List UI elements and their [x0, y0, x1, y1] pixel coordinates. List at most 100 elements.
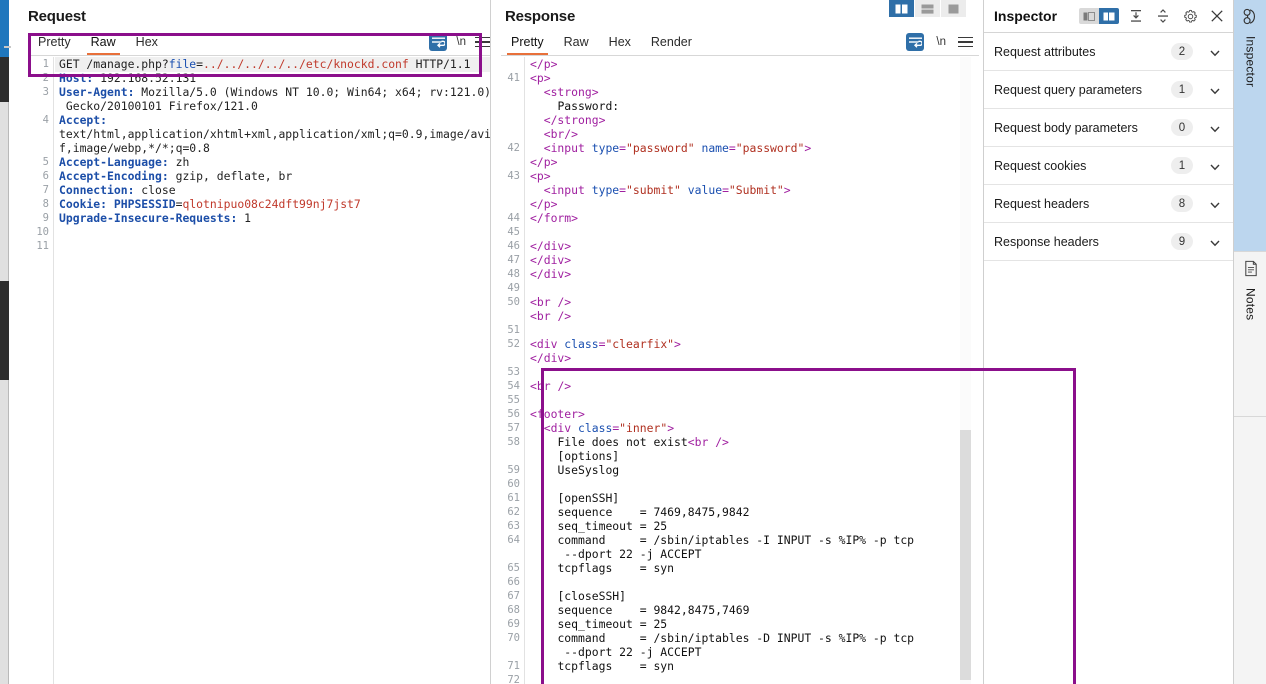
- chevron-down-icon[interactable]: [1209, 236, 1221, 248]
- code-line[interactable]: <br />: [530, 379, 979, 393]
- layout-toggle-side-by-side[interactable]: [889, 0, 915, 17]
- code-line[interactable]: [closeSSH]: [530, 589, 979, 603]
- rail-tab-inspector[interactable]: Inspector: [1234, 0, 1266, 252]
- response-tab-pretty[interactable]: Pretty: [501, 35, 554, 55]
- inspector-section-row[interactable]: Request attributes 2: [984, 33, 1233, 71]
- code-line[interactable]: <div class="clearfix">: [530, 337, 979, 351]
- code-line[interactable]: [530, 225, 979, 239]
- left-rail-scroll-thumb-lower[interactable]: [0, 281, 9, 380]
- code-line[interactable]: </p>: [530, 155, 979, 169]
- code-line[interactable]: Gecko/20100101 Firefox/121.0: [59, 99, 490, 113]
- code-line[interactable]: Upgrade-Insecure-Requests: 1: [59, 211, 490, 225]
- layout-toggle-single[interactable]: [941, 0, 967, 17]
- code-line[interactable]: </form>: [530, 211, 979, 225]
- expand-all-icon[interactable]: [1126, 6, 1146, 26]
- inspector-section-row[interactable]: Request query parameters 1: [984, 71, 1233, 109]
- code-line[interactable]: [59, 239, 490, 253]
- code-line[interactable]: <input type="password" name="password">: [530, 141, 979, 155]
- code-line[interactable]: GET /manage.php?file=../../../../../etc/…: [59, 57, 490, 71]
- code-line[interactable]: Accept:: [59, 113, 490, 127]
- response-scrollbar-thumb[interactable]: [960, 430, 971, 680]
- code-line[interactable]: Accept-Language: zh: [59, 155, 490, 169]
- code-line[interactable]: <p>: [530, 71, 979, 85]
- chevron-down-icon[interactable]: [1209, 84, 1221, 96]
- code-line[interactable]: <br />: [530, 295, 979, 309]
- inspector-section-row[interactable]: Response headers 9: [984, 223, 1233, 261]
- code-line[interactable]: [530, 393, 979, 407]
- chevron-down-icon[interactable]: [1209, 198, 1221, 210]
- code-line[interactable]: command = /sbin/iptables -D INPUT -s %IP…: [530, 631, 979, 645]
- response-code[interactable]: </p> <p> <strong> Password: </strong> <br…: [526, 57, 979, 684]
- code-line[interactable]: <div class="inner">: [530, 421, 979, 435]
- code-line[interactable]: sequence = 9842,8475,7469: [530, 603, 979, 617]
- request-code[interactable]: GET /manage.php?file=../../../../../etc/…: [55, 57, 490, 684]
- response-editor[interactable]: 41 42 43 44 45 46 47 48 49 50 51 52 53 54 55 56 57 5…: [501, 57, 979, 684]
- response-tab-hex[interactable]: Hex: [599, 35, 641, 55]
- code-line[interactable]: Connection: close: [59, 183, 490, 197]
- response-newline-toggle[interactable]: \n: [936, 36, 946, 48]
- chevron-down-icon[interactable]: [1209, 122, 1221, 134]
- code-line[interactable]: [59, 225, 490, 239]
- code-line[interactable]: </strong>: [530, 113, 979, 127]
- code-line[interactable]: command = /sbin/iptables -I INPUT -s %IP…: [530, 533, 979, 547]
- code-line[interactable]: </div>: [530, 239, 979, 253]
- code-line[interactable]: <br />: [530, 309, 979, 323]
- code-line[interactable]: UseSyslog: [530, 463, 979, 477]
- rail-tab-notes[interactable]: Notes: [1234, 252, 1266, 417]
- response-word-wrap-icon[interactable]: [906, 33, 925, 51]
- code-line[interactable]: --dport 22 -j ACCEPT: [530, 547, 979, 561]
- request-tab-hex[interactable]: Hex: [126, 35, 168, 55]
- close-icon[interactable]: [1207, 6, 1227, 26]
- code-line[interactable]: [openSSH]: [530, 491, 979, 505]
- code-line[interactable]: Cookie: PHPSESSID=qlotnipuo08c24dft99nj7…: [59, 197, 490, 211]
- code-line[interactable]: text/html,application/xhtml+xml,applicat…: [59, 127, 490, 141]
- request-word-wrap-icon[interactable]: [429, 33, 448, 51]
- response-tab-raw[interactable]: Raw: [554, 35, 599, 55]
- code-line[interactable]: File does not exist<br />: [530, 435, 979, 449]
- inspector-section-row[interactable]: Request headers 8: [984, 185, 1233, 223]
- code-line[interactable]: [530, 323, 979, 337]
- code-line[interactable]: --dport 22 -j ACCEPT: [530, 645, 979, 659]
- code-line[interactable]: tcpflags = syn: [530, 659, 979, 673]
- response-tab-render[interactable]: Render: [641, 35, 702, 55]
- code-line[interactable]: seq_timeout = 25: [530, 617, 979, 631]
- chevron-down-icon[interactable]: [1209, 160, 1221, 172]
- code-line[interactable]: sequence = 7469,8475,9842: [530, 505, 979, 519]
- code-line[interactable]: f,image/webp,*/*;q=0.8: [59, 141, 490, 155]
- layout-left-icon[interactable]: [1079, 8, 1099, 24]
- request-editor[interactable]: 1 2 3 4 5 6 7 8 9 10 11 GET /manage.php?file=../…: [28, 57, 490, 684]
- request-menu-icon[interactable]: [475, 36, 490, 48]
- chevron-down-icon[interactable]: [1209, 46, 1221, 58]
- code-line[interactable]: </div>: [530, 267, 979, 281]
- request-tab-pretty[interactable]: Pretty: [28, 35, 81, 55]
- code-line[interactable]: [530, 575, 979, 589]
- gear-icon[interactable]: [1180, 6, 1200, 26]
- layout-right-icon[interactable]: [1099, 8, 1119, 24]
- code-line[interactable]: [530, 281, 979, 295]
- code-line[interactable]: [options]: [530, 449, 979, 463]
- code-line[interactable]: Host: 192.168.52.131: [59, 71, 490, 85]
- code-line[interactable]: seq_timeout = 25: [530, 519, 979, 533]
- code-line[interactable]: <input type="submit" value="Submit">: [530, 183, 979, 197]
- code-line[interactable]: </p>: [530, 57, 979, 71]
- code-line[interactable]: tcpflags = syn: [530, 561, 979, 575]
- request-newline-toggle[interactable]: \n: [456, 36, 466, 48]
- inspector-section-row[interactable]: Request cookies 1: [984, 147, 1233, 185]
- collapse-all-icon[interactable]: [1153, 6, 1173, 26]
- code-line[interactable]: </p>: [530, 197, 979, 211]
- code-line[interactable]: User-Agent: Mozilla/5.0 (Windows NT 10.0…: [59, 85, 490, 99]
- code-line[interactable]: [530, 477, 979, 491]
- code-line[interactable]: </div>: [530, 351, 979, 365]
- code-line[interactable]: [530, 365, 979, 379]
- code-line[interactable]: [530, 673, 979, 684]
- code-line[interactable]: <footer>: [530, 407, 979, 421]
- code-line[interactable]: <br/>: [530, 127, 979, 141]
- code-line[interactable]: <strong>: [530, 85, 979, 99]
- code-line[interactable]: <p>: [530, 169, 979, 183]
- code-line[interactable]: </div>: [530, 253, 979, 267]
- request-tab-raw[interactable]: Raw: [81, 35, 126, 55]
- layout-toggle-stacked[interactable]: [915, 0, 941, 17]
- response-menu-icon[interactable]: [958, 36, 973, 48]
- inspector-section-row[interactable]: Request body parameters 0: [984, 109, 1233, 147]
- left-rail-scroll-thumb-upper[interactable]: [0, 57, 9, 102]
